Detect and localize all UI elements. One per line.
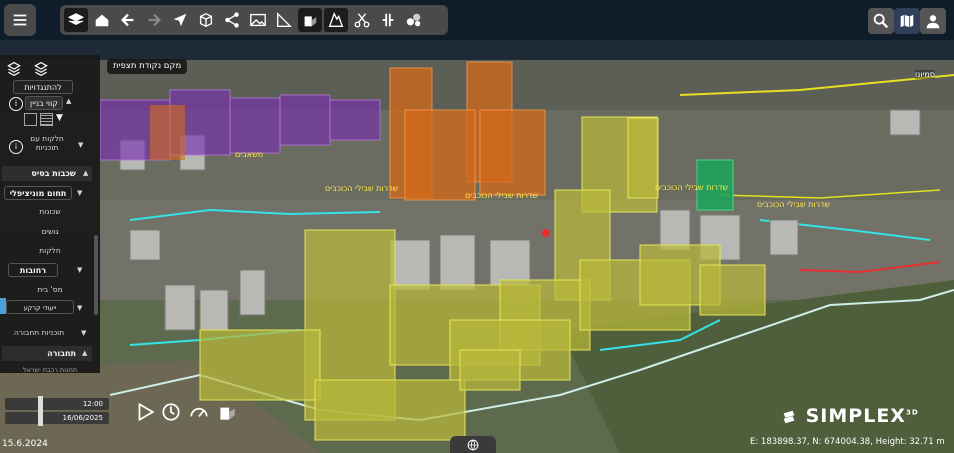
street-label: שדרות שבילי הכוכבים bbox=[325, 184, 399, 193]
chevron-down-icon[interactable]: ▼ bbox=[81, 329, 86, 337]
hamburger-icon bbox=[13, 14, 27, 26]
logo-sup: 3D bbox=[905, 408, 919, 417]
chevron-up-icon[interactable]: ▲ bbox=[82, 349, 87, 357]
forward-arrow-icon[interactable] bbox=[142, 8, 166, 32]
layers-panel: להתנגדויות i קווי בניין ▲ ▼ i חלקות עם ת… bbox=[0, 55, 100, 374]
play-icon[interactable] bbox=[134, 401, 156, 423]
street-label: שדרות שבילי הכוכבים bbox=[465, 191, 539, 200]
clock-icon[interactable] bbox=[160, 401, 182, 423]
time-slider-box: 12:00 16/06/2025 bbox=[5, 396, 112, 426]
layers-icon[interactable] bbox=[64, 8, 88, 32]
imagery-date: 15.6.2024 bbox=[2, 439, 48, 449]
simplex-logo: SIMPLEX3D bbox=[780, 405, 919, 427]
chevron-down-icon[interactable]: ▼ bbox=[78, 141, 83, 149]
layer-item-neighborhoods[interactable]: שכונות bbox=[0, 207, 100, 216]
transport-plans-label[interactable]: תוכניות תחבורה bbox=[0, 328, 78, 337]
shadow-study-icon[interactable] bbox=[298, 8, 322, 32]
land-uses-button[interactable]: ייעודי קרקע bbox=[6, 300, 74, 314]
angle-measure-icon[interactable] bbox=[272, 8, 296, 32]
scissors-icon[interactable] bbox=[350, 8, 374, 32]
layers-alt-icon[interactable] bbox=[33, 61, 49, 81]
filter-icon[interactable]: ▼ bbox=[56, 113, 67, 124]
planning-button[interactable]: להתנגדויות bbox=[13, 80, 73, 94]
search-icon bbox=[873, 13, 889, 29]
parcels-with-plans-label[interactable]: חלקות עם תוכניות bbox=[26, 134, 68, 152]
transport-header[interactable]: תחבורה bbox=[2, 346, 92, 361]
speedometer-icon[interactable] bbox=[188, 401, 210, 423]
back-arrow-icon[interactable] bbox=[116, 8, 140, 32]
coordinates-readout: E: 183898.37, N: 674004.38, Height: 32.7… bbox=[750, 437, 945, 447]
place-label: משאבים bbox=[235, 150, 264, 159]
cube-shadow-icon[interactable] bbox=[216, 401, 238, 423]
cube-icon[interactable] bbox=[194, 8, 218, 32]
time-slider[interactable]: 12:00 bbox=[5, 396, 109, 412]
logo-mark-icon bbox=[780, 408, 798, 426]
zoom-extent-icon[interactable] bbox=[24, 113, 37, 126]
date-slider[interactable]: 16/06/2025 bbox=[5, 410, 109, 426]
split-icon[interactable] bbox=[376, 8, 400, 32]
user-icon bbox=[926, 15, 940, 29]
chevron-up-icon[interactable]: ▲ bbox=[83, 169, 88, 177]
panel-scrollbar[interactable] bbox=[94, 235, 98, 315]
layers-stack-icon[interactable] bbox=[6, 61, 22, 81]
cursor-icon[interactable] bbox=[168, 8, 192, 32]
time-value: 12:00 bbox=[82, 400, 103, 408]
layer-item-blocks[interactable]: גושים bbox=[0, 227, 100, 236]
base-layers-header[interactable]: שכבות בסיס bbox=[2, 166, 92, 181]
date-slider-handle[interactable] bbox=[38, 410, 43, 426]
building-lines-tools: ▼ bbox=[24, 113, 67, 126]
globe-grid-icon bbox=[467, 439, 479, 451]
map-button[interactable] bbox=[894, 8, 920, 34]
globe-icon[interactable] bbox=[402, 8, 426, 32]
search-button[interactable] bbox=[868, 8, 894, 34]
layer-item-parcels[interactable]: חלקות bbox=[0, 246, 100, 255]
date-value: 16/06/2025 bbox=[62, 414, 103, 422]
street-label: שדרות שבילי הכוכבים bbox=[757, 200, 831, 209]
map-icon bbox=[900, 14, 914, 28]
layer-item-house-number[interactable]: מס' בית bbox=[0, 285, 100, 294]
chevron-down-icon[interactable]: ▼ bbox=[77, 266, 82, 274]
chevron-down-icon[interactable]: ▼ bbox=[77, 189, 82, 197]
image-icon[interactable] bbox=[246, 8, 270, 32]
place-label: סמיונו bbox=[915, 70, 935, 79]
terrain-icon[interactable] bbox=[324, 8, 348, 32]
street-label: שדרות שבילי הכוכבים bbox=[655, 183, 729, 192]
bottom-tab[interactable] bbox=[450, 436, 496, 453]
menu-button[interactable] bbox=[4, 4, 36, 36]
building-lines-label[interactable]: קווי בניין bbox=[25, 96, 63, 110]
home-icon[interactable] bbox=[90, 8, 114, 32]
main-toolbar bbox=[60, 5, 448, 35]
chevron-down-icon[interactable]: ▼ bbox=[77, 304, 82, 312]
viewpoint-label: מקם נקודת תצפית bbox=[107, 59, 188, 74]
logo-text: SIMPLEX bbox=[805, 405, 906, 427]
info-icon[interactable]: i bbox=[9, 140, 23, 154]
info-icon[interactable]: i bbox=[9, 97, 23, 111]
streets-button[interactable]: רחובות bbox=[8, 263, 58, 277]
municipal-area-button[interactable]: תחום מוניציפלי bbox=[4, 186, 72, 200]
share-icon[interactable] bbox=[220, 8, 244, 32]
table-icon[interactable] bbox=[40, 113, 53, 126]
chevron-up-icon[interactable]: ▲ bbox=[66, 97, 71, 105]
layer-item-train-stations[interactable]: תחנות רכבת ישראל bbox=[0, 366, 100, 374]
user-button[interactable] bbox=[920, 8, 946, 34]
